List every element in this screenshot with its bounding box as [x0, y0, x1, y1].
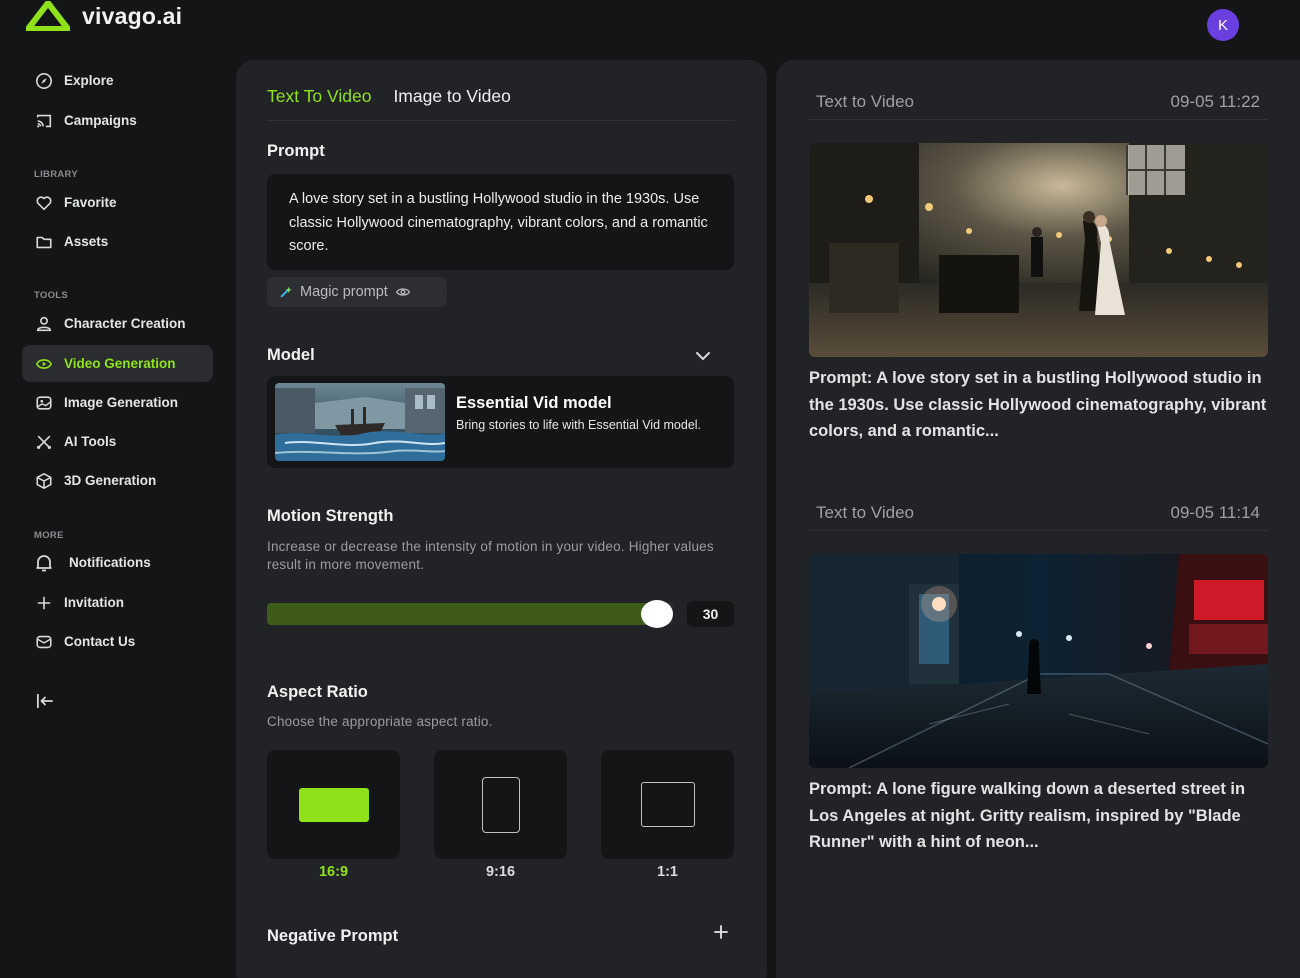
motion-strength-description: Increase or decrease the intensity of mo… [267, 539, 714, 572]
sidebar-item-favorite[interactable]: Favorite [22, 184, 213, 221]
model-description: Bring stories to life with Essential Vid… [456, 418, 702, 432]
result-header: Text to Video 09-05 11:14 [808, 495, 1268, 531]
sidebar-item-label: 3D Generation [64, 473, 157, 488]
sidebar-item-label: Invitation [64, 595, 124, 610]
bell-icon [34, 553, 54, 573]
compass-icon [34, 71, 54, 91]
eye-icon[interactable] [395, 284, 411, 300]
plus-icon [34, 593, 54, 613]
aspect-option-label: 16:9 [318, 864, 349, 880]
motion-strength-label: Motion Strength [267, 507, 394, 525]
tab-text-to-video[interactable]: Text To Video [267, 86, 371, 107]
section-label-tools: TOOLS [34, 290, 69, 301]
result-video-thumbnail[interactable] [809, 143, 1268, 357]
sidebar-item-character-creation[interactable]: Character Creation [22, 305, 213, 342]
model-name: Essential Vid model [456, 394, 612, 412]
model-selector[interactable]: Essential Vid model Bring stories to lif… [267, 376, 734, 468]
collapse-sidebar-icon[interactable] [34, 690, 56, 712]
sidebar-item-label: Campaigns [64, 113, 137, 128]
sidebar-item-ai-tools[interactable]: AI Tools [22, 423, 213, 460]
heart-icon [34, 193, 54, 213]
sidebar-item-notifications[interactable]: Notifications [22, 544, 213, 581]
cast-icon [34, 111, 54, 131]
prompt-textarea[interactable]: A love story set in a bustling Hollywood… [267, 174, 734, 270]
aspect-option-16-9[interactable] [267, 750, 400, 859]
result-prompt-text: Prompt: A love story set in a bustling H… [809, 369, 1267, 440]
result-type: Text to Video [816, 91, 914, 111]
section-label-library: LIBRARY [34, 169, 78, 180]
result-timestamp: 09-05 11:22 [1170, 91, 1260, 111]
sidebar-item-label: Contact Us [64, 634, 136, 649]
sidebar-item-label: Assets [64, 234, 109, 249]
add-negative-prompt-icon[interactable] [714, 922, 728, 945]
aspect-ratio-description: Choose the appropriate aspect ratio. [267, 714, 493, 729]
aspect-option-label: 9:16 [485, 864, 516, 880]
sidebar-item-label: Notifications [69, 555, 151, 570]
aspect-option-1-1[interactable] [601, 750, 734, 859]
model-label: Model [267, 346, 315, 364]
slider-handle[interactable] [640, 600, 673, 628]
user-avatar[interactable]: K [1207, 9, 1239, 41]
brand-logo[interactable]: vivago.ai [26, 0, 182, 32]
result-timestamp: 09-05 11:14 [1170, 502, 1260, 522]
brand-name: vivago.ai [82, 2, 183, 29]
sidebar-item-contact-us[interactable]: Contact Us [22, 623, 213, 660]
result-video-thumbnail[interactable] [809, 554, 1268, 768]
video-icon [34, 354, 54, 374]
sidebar-item-label: Video Generation [64, 356, 176, 371]
sidebar-item-3d-generation[interactable]: 3D Generation [22, 462, 213, 499]
sidebar-item-video-generation[interactable]: Video Generation [22, 345, 213, 382]
result-prompt-text: Prompt: A lone figure walking down a des… [809, 780, 1246, 851]
sidebar-item-label: Favorite [64, 195, 117, 210]
generator-tabs: Text To Video Image to Video [267, 86, 511, 107]
aspect-option-label: 1:1 [657, 864, 678, 880]
sidebar-item-assets[interactable]: Assets [22, 223, 213, 260]
sidebar-item-label: Explore [64, 73, 114, 88]
negative-prompt-label: Negative Prompt [267, 927, 399, 945]
model-thumbnail [275, 383, 445, 461]
sparkle-icon [280, 286, 292, 298]
aspect-ratio-label: Aspect Ratio [267, 683, 368, 701]
sidebar-item-invitation[interactable]: Invitation [22, 584, 213, 621]
sidebar-item-label: AI Tools [64, 434, 117, 449]
chevron-down-icon[interactable] [695, 348, 711, 366]
image-icon [34, 393, 54, 413]
cube-icon [34, 471, 54, 491]
result-header: Text to Video 09-05 11:22 [808, 84, 1268, 120]
magic-prompt-label: Magic prompt [300, 284, 388, 300]
slider-fill [267, 603, 657, 625]
aspect-option-9-16[interactable] [434, 750, 567, 859]
sidebar-item-campaigns[interactable]: Campaigns [22, 102, 213, 139]
square-ratio-icon [640, 782, 695, 827]
sidebar-item-label: Character Creation [64, 316, 186, 331]
mail-icon [34, 632, 54, 652]
sidebar-item-label: Image Generation [64, 395, 179, 410]
section-label-more: MORE [34, 530, 64, 541]
generator-panel: Text To Video Image to Video Prompt A lo… [236, 60, 767, 978]
vivago-logo-icon [26, 1, 70, 31]
tools-icon [34, 432, 54, 452]
user-icon [34, 314, 54, 334]
landscape-ratio-icon [298, 787, 369, 822]
sidebar-item-image-generation[interactable]: Image Generation [22, 384, 213, 421]
portrait-ratio-icon [481, 776, 520, 833]
motion-strength-value[interactable]: 30 [687, 601, 734, 627]
folder-icon [34, 232, 54, 252]
result-type: Text to Video [816, 502, 914, 522]
prompt-label: Prompt [267, 142, 325, 160]
magic-prompt-button[interactable]: Magic prompt [267, 277, 447, 307]
results-panel: Text to Video 09-05 11:22 Prompt: A love… [776, 60, 1300, 978]
motion-strength-slider[interactable] [267, 600, 673, 628]
sidebar-item-explore[interactable]: Explore [22, 62, 213, 99]
tabs-divider [267, 120, 734, 121]
tab-image-to-video[interactable]: Image to Video [393, 86, 510, 107]
